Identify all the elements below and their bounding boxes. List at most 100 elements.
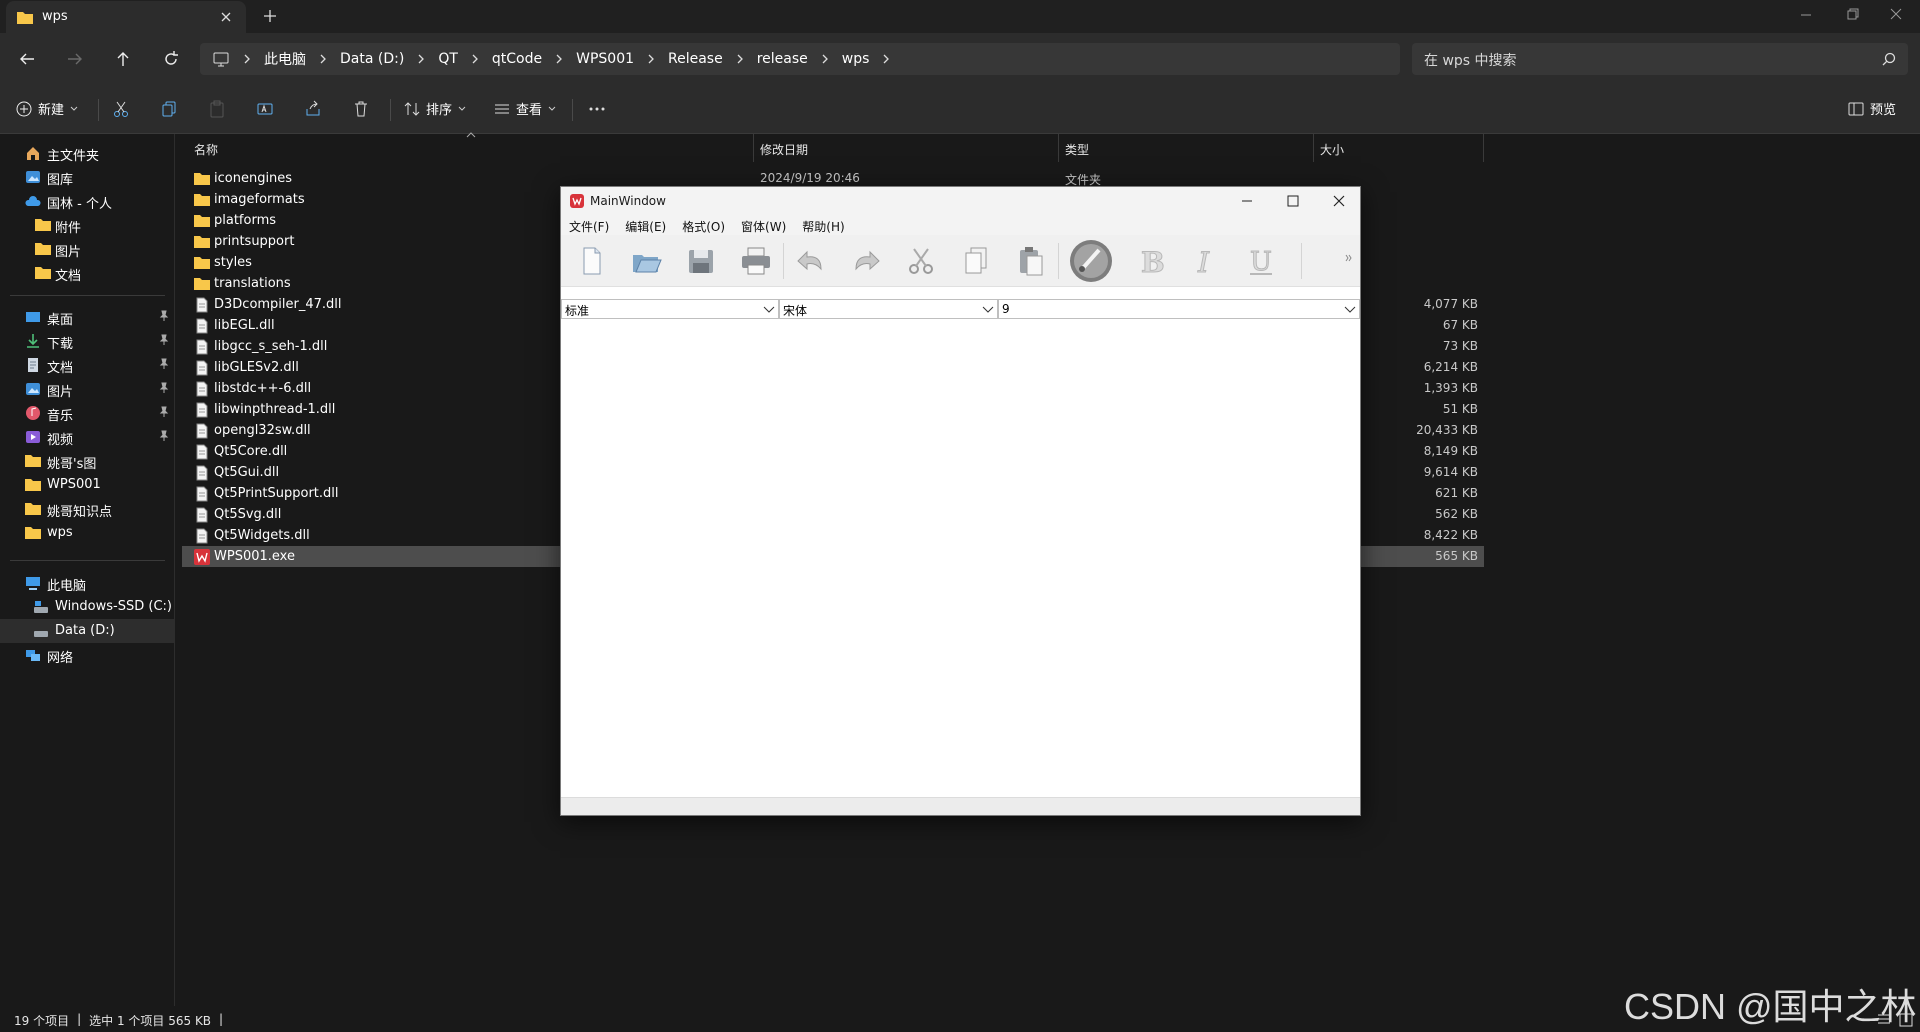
sidebar-item-onedrive-child[interactable]: 图片 (0, 237, 175, 261)
chevron-right-icon[interactable] (316, 52, 330, 66)
qt-menu-item[interactable]: 文件(F) (561, 215, 617, 235)
breadcrumb-item[interactable]: Data (D:) (330, 51, 414, 67)
qt-mdi-area[interactable] (561, 319, 1360, 797)
pin-icon[interactable] (158, 310, 170, 322)
preview-button[interactable]: 预览 (1848, 99, 1896, 118)
sidebar-item-drive-c[interactable]: Windows-SSD (C:) (0, 595, 175, 619)
sidebar-item-drive-d[interactable]: Data (D:) (0, 619, 175, 643)
share-icon[interactable] (304, 100, 322, 118)
qt-minimize-icon[interactable] (1239, 193, 1255, 209)
close-window-icon[interactable] (1886, 6, 1906, 24)
column-size[interactable]: 大小 (1320, 141, 1344, 158)
sidebar-item-quick-access[interactable]: 音乐 (0, 401, 175, 425)
sidebar-item-quick-access[interactable]: 姚哥's图 (0, 449, 175, 473)
pin-icon[interactable] (158, 406, 170, 418)
paste-icon[interactable] (1013, 243, 1049, 279)
breadcrumb-item[interactable]: qtCode (482, 51, 552, 67)
italic-icon[interactable]: I (1188, 243, 1224, 280)
sidebar-item-quick-access[interactable]: 文档 (0, 353, 175, 377)
forward-arrow-icon[interactable] (66, 50, 84, 68)
refresh-icon[interactable] (162, 50, 180, 68)
pin-icon[interactable] (158, 334, 170, 346)
qt-menu-item[interactable]: 编辑(E) (617, 215, 674, 235)
qt-menu-item[interactable]: 窗体(W) (733, 215, 794, 235)
delete-icon[interactable] (352, 100, 370, 118)
sidebar-item-network[interactable]: 网络 (0, 643, 175, 667)
paste-icon[interactable] (208, 100, 226, 118)
sort-button[interactable]: 排序 (404, 99, 466, 118)
undo-icon[interactable] (793, 243, 829, 279)
column-type[interactable]: 类型 (1065, 141, 1089, 158)
pin-icon[interactable] (158, 382, 170, 394)
qt-close-icon[interactable] (1331, 193, 1347, 209)
breadcrumb-item[interactable]: 此电脑 (254, 49, 316, 69)
file-name: styles (214, 255, 252, 270)
new-file-icon[interactable] (573, 243, 609, 279)
qt-menu-item[interactable]: 帮助(H) (794, 215, 852, 235)
sidebar-item-quick-access[interactable]: 姚哥知识点 (0, 497, 175, 521)
sidebar-item-onedrive-child[interactable]: 文档 (0, 261, 175, 285)
back-arrow-icon[interactable] (18, 50, 36, 68)
sidebar-item-quick-access[interactable]: 图片 (0, 377, 175, 401)
chevron-right-icon[interactable] (733, 52, 747, 66)
breadcrumb-item[interactable]: release (747, 51, 818, 67)
folder-icon (194, 234, 210, 250)
tab-wps[interactable]: wps (6, 1, 246, 33)
sidebar-item-quick-access[interactable]: WPS001 (0, 473, 175, 497)
column-date[interactable]: 修改日期 (760, 141, 808, 158)
sidebar-item-onedrive[interactable]: 国林 - 个人 (0, 189, 175, 213)
restore-icon[interactable] (1842, 6, 1862, 24)
rename-icon[interactable] (256, 100, 274, 118)
new-button[interactable]: 新建 (16, 99, 78, 118)
pin-icon[interactable] (158, 430, 170, 442)
chevron-right-icon[interactable] (644, 52, 658, 66)
qt-status-bar (561, 797, 1360, 815)
breadcrumb-item[interactable]: QT (428, 51, 468, 67)
chevron-right-icon[interactable] (879, 52, 893, 66)
chevron-right-icon[interactable] (468, 52, 482, 66)
qt-menu-item[interactable]: 格式(O) (674, 215, 733, 235)
more-options-icon[interactable] (588, 100, 606, 118)
breadcrumb-item[interactable]: WPS001 (566, 51, 644, 67)
sidebar-item-thispc[interactable]: 此电脑 (0, 571, 175, 595)
cut-icon[interactable] (903, 243, 939, 279)
chevron-right-icon[interactable] (414, 52, 428, 66)
chevron-right-icon[interactable] (818, 52, 832, 66)
column-name[interactable]: 名称 (194, 141, 218, 158)
qt-maximize-icon[interactable] (1285, 193, 1301, 209)
view-button[interactable]: 查看 (494, 99, 556, 118)
size-combo[interactable]: 9 (998, 299, 1360, 319)
style-combo[interactable]: 标准 (561, 299, 779, 319)
folder-icon (194, 276, 210, 292)
sidebar-item-home[interactable]: 主文件夹 (0, 141, 175, 165)
breadcrumb-item[interactable]: Release (658, 51, 733, 67)
save-icon[interactable] (683, 243, 719, 279)
toolbar-overflow-icon[interactable] (1345, 253, 1353, 263)
address-bar[interactable]: 此电脑 Data (D:) QT qtCode WPS001 Release release… (200, 43, 1400, 75)
print-icon[interactable] (738, 243, 774, 279)
font-combo[interactable]: 宋体 (779, 299, 998, 319)
up-arrow-icon[interactable] (114, 50, 132, 68)
new-tab-icon[interactable] (262, 8, 278, 24)
minimize-icon[interactable] (1796, 6, 1816, 24)
sidebar-item-onedrive-child[interactable]: 附件 (0, 213, 175, 237)
underline-icon[interactable]: U (1243, 243, 1279, 279)
copy-icon[interactable] (958, 243, 994, 279)
sidebar-item-quick-access[interactable]: 桌面 (0, 305, 175, 329)
chevron-right-icon[interactable] (240, 52, 254, 66)
copy-icon[interactable] (160, 100, 178, 118)
search-input[interactable]: 在 wps 中搜索 (1412, 43, 1908, 75)
cut-icon[interactable] (112, 100, 130, 118)
sidebar-item-gallery[interactable]: 图库 (0, 165, 175, 189)
breadcrumb-item[interactable]: wps (832, 51, 880, 67)
sidebar-item-quick-access[interactable]: wps (0, 521, 175, 545)
bold-icon[interactable]: B (1133, 243, 1169, 280)
sidebar-item-quick-access[interactable]: 视频 (0, 425, 175, 449)
open-file-icon[interactable] (628, 243, 664, 279)
color-icon[interactable] (1068, 238, 1114, 284)
sidebar-item-quick-access[interactable]: 下载 (0, 329, 175, 353)
close-tab-icon[interactable] (218, 9, 234, 25)
redo-icon[interactable] (848, 243, 884, 279)
pin-icon[interactable] (158, 358, 170, 370)
chevron-right-icon[interactable] (552, 52, 566, 66)
